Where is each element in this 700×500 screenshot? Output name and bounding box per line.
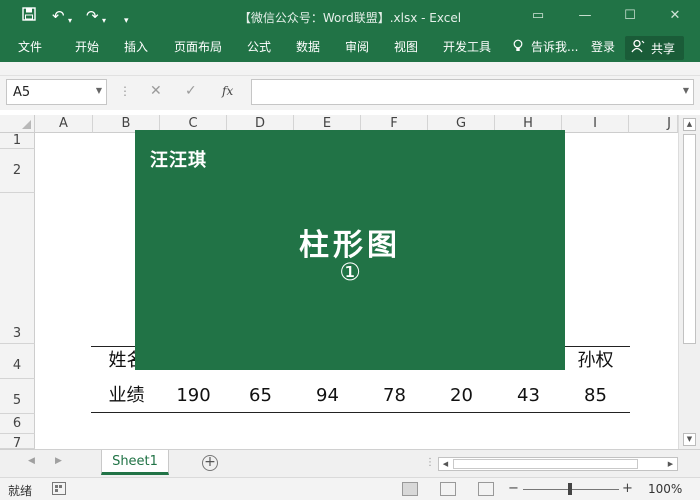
select-all-corner[interactable] [0, 115, 35, 133]
sheet-tab-label: Sheet1 [112, 454, 158, 469]
status-ready: 就绪 [8, 484, 33, 498]
vertical-scrollbar[interactable]: ▲ ▼ [678, 115, 700, 449]
zoom-level[interactable]: 100% [648, 482, 682, 496]
name-box[interactable]: A5 ▼ [6, 79, 107, 105]
title-card-overlay: 汪汪琪 柱形图 ① [135, 130, 565, 370]
lightbulb-icon [513, 39, 523, 56]
column-header-i[interactable]: I [562, 115, 629, 133]
column-header-j[interactable]: J [629, 115, 678, 133]
tab-formulas[interactable]: 公式 [247, 39, 271, 55]
insert-function-icon[interactable]: fx [222, 84, 233, 98]
tell-me-search[interactable]: 告诉我... [531, 39, 578, 55]
page-layout-view-icon[interactable] [440, 482, 456, 496]
login-link[interactable]: 登录 [591, 39, 615, 55]
ribbon-collapsed-band [0, 62, 700, 76]
cell-c5[interactable]: 190 [160, 384, 227, 408]
brand-logo-text: 汪汪琪 [150, 150, 207, 171]
macro-record-icon[interactable] [52, 482, 66, 498]
tab-data[interactable]: 数据 [296, 39, 320, 55]
row-header-4[interactable]: 4 [0, 344, 35, 379]
ribbon-display-icon[interactable]: ▭ [528, 6, 548, 26]
share-label: 共享 [651, 42, 676, 56]
cell-f5[interactable]: 78 [361, 384, 428, 408]
drag-handle-icon[interactable]: ⋮ [119, 84, 131, 98]
zoom-out-icon[interactable]: − [508, 481, 519, 496]
sheet-tab-sheet1[interactable]: Sheet1 [101, 450, 169, 475]
horizontal-scroll-thumb[interactable] [453, 459, 638, 469]
page-break-view-icon[interactable] [478, 482, 494, 496]
sheet-tab-bar: ◀ ▶ Sheet1 + ⋮ ◀ ▶ [0, 449, 700, 477]
tab-home[interactable]: 开始 [75, 39, 99, 55]
cell-i4[interactable]: 孙权 [562, 349, 629, 373]
maximize-icon[interactable]: ☐ [620, 6, 640, 26]
row-header-5[interactable]: 5 [0, 379, 35, 414]
row-header-1[interactable]: 1 [0, 133, 35, 149]
cell-g5[interactable]: 20 [428, 384, 495, 408]
row-header-3[interactable]: 3 [0, 193, 35, 344]
overlay-number: ① [339, 258, 361, 286]
zoom-slider-thumb[interactable] [568, 483, 572, 495]
tab-review[interactable]: 审阅 [345, 39, 369, 55]
cancel-icon[interactable]: ✕ [150, 83, 162, 99]
table-bottom-border [91, 412, 630, 413]
window-title: 【微信公众号：Word联盟】.xlsx - Excel [238, 11, 462, 25]
confirm-icon[interactable]: ✓ [185, 83, 197, 99]
tab-file[interactable]: 文件 [18, 39, 42, 55]
row-header-6[interactable]: 6 [0, 414, 35, 434]
tab-view[interactable]: 视图 [394, 39, 418, 55]
cell-d5[interactable]: 65 [227, 384, 294, 408]
scroll-down-icon[interactable]: ▼ [683, 433, 696, 446]
next-sheet-icon[interactable]: ▶ [55, 456, 62, 466]
cell-i5[interactable]: 85 [562, 384, 629, 408]
formula-bar: A5 ▼ ⋮ ✕ ✓ fx ▼ [0, 76, 700, 110]
add-sheet-icon[interactable]: + [202, 455, 218, 471]
cell-h5[interactable]: 43 [495, 384, 562, 408]
tab-page-layout[interactable]: 页面布局 [174, 39, 222, 55]
zoom-in-icon[interactable]: + [622, 481, 633, 496]
tab-insert[interactable]: 插入 [124, 39, 148, 55]
minimize-icon[interactable]: — [575, 6, 595, 26]
title-bar: ↶ ▾ ↷ ▾ ▾ 【微信公众号：Word联盟】.xlsx - Excel ▭ … [0, 0, 700, 34]
expand-formula-icon[interactable]: ▼ [683, 86, 689, 95]
tab-split-handle-icon[interactable]: ⋮ [425, 457, 435, 468]
row-header-2[interactable]: 2 [0, 149, 35, 193]
scroll-left-icon[interactable]: ◀ [439, 458, 452, 470]
row-header-7[interactable]: 7 [0, 434, 35, 449]
ribbon-tabs: 文件 开始 插入 页面布局 公式 数据 审阅 视图 开发工具 告诉我... 登录… [0, 34, 700, 62]
status-bar: 就绪 − + 100% [0, 477, 700, 500]
formula-input[interactable]: ▼ [251, 79, 694, 105]
name-box-value: A5 [13, 85, 31, 100]
cell-b5[interactable]: 业绩 [93, 384, 160, 408]
horizontal-scrollbar[interactable]: ◀ ▶ [438, 457, 678, 471]
user-icon [631, 39, 645, 57]
cell-e5[interactable]: 94 [294, 384, 361, 408]
close-icon[interactable]: ✕ [665, 6, 685, 26]
chevron-down-icon[interactable]: ▼ [96, 86, 102, 95]
normal-view-icon[interactable] [402, 482, 418, 496]
worksheet-grid[interactable]: A B C D E F G H I J 1 2 3 4 5 6 7 姓名 孙权 … [0, 115, 678, 449]
column-header-a[interactable]: A [35, 115, 93, 133]
tab-developer[interactable]: 开发工具 [443, 39, 491, 55]
scroll-right-icon[interactable]: ▶ [664, 458, 677, 470]
scroll-up-icon[interactable]: ▲ [683, 118, 696, 131]
share-button[interactable]: 共享 [625, 36, 684, 60]
vertical-scroll-thumb[interactable] [683, 134, 696, 344]
prev-sheet-icon[interactable]: ◀ [28, 456, 35, 466]
